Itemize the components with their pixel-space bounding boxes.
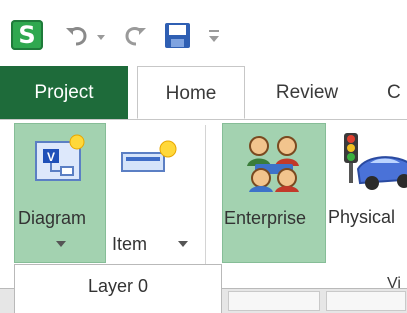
enterprise-icon xyxy=(247,136,299,192)
quick-access-toolbar: S xyxy=(0,0,407,66)
diagram-icon: V xyxy=(35,134,85,181)
svg-text:V: V xyxy=(47,150,55,164)
app-logo-letter: S xyxy=(18,21,36,49)
enterprise-label: Enterprise xyxy=(224,208,307,228)
menu-item-layer-0[interactable]: Layer 0 xyxy=(15,265,221,313)
ribbon-tab-strip: Project Home Review C xyxy=(0,66,407,120)
redo-icon[interactable] xyxy=(121,22,149,50)
tab-next[interactable]: C xyxy=(387,66,407,119)
physical-button[interactable]: Physical xyxy=(328,123,407,263)
ribbon-group-separator xyxy=(205,125,206,265)
customize-icon[interactable] xyxy=(206,26,222,46)
document-tab-strip xyxy=(222,288,407,313)
item-label: Item xyxy=(112,234,148,254)
dropdown-arrow-icon[interactable] xyxy=(96,32,106,42)
tab-project[interactable]: Project xyxy=(0,66,128,119)
item-button[interactable]: Item xyxy=(108,123,200,263)
document-area-edge xyxy=(0,288,14,313)
tab-review[interactable]: Review xyxy=(252,66,362,119)
document-tab[interactable] xyxy=(228,291,320,311)
tab-home[interactable]: Home xyxy=(137,66,245,119)
diagram-dropdown-arrow-icon[interactable] xyxy=(56,241,66,247)
save-icon[interactable] xyxy=(164,22,191,49)
undo-icon[interactable] xyxy=(63,22,91,50)
item-icon xyxy=(121,140,177,172)
diagram-dropdown-menu: Layer 0 xyxy=(14,264,222,313)
physical-icon xyxy=(344,133,407,190)
app-logo-icon[interactable]: S xyxy=(11,20,43,50)
item-dropdown-arrow-icon[interactable] xyxy=(178,241,188,247)
physical-label: Physical xyxy=(328,207,396,227)
enterprise-button[interactable]: Enterprise xyxy=(222,123,326,263)
diagram-button[interactable]: V Diagram xyxy=(14,123,106,263)
diagram-label: Diagram xyxy=(18,208,87,228)
document-tab[interactable] xyxy=(326,291,406,311)
